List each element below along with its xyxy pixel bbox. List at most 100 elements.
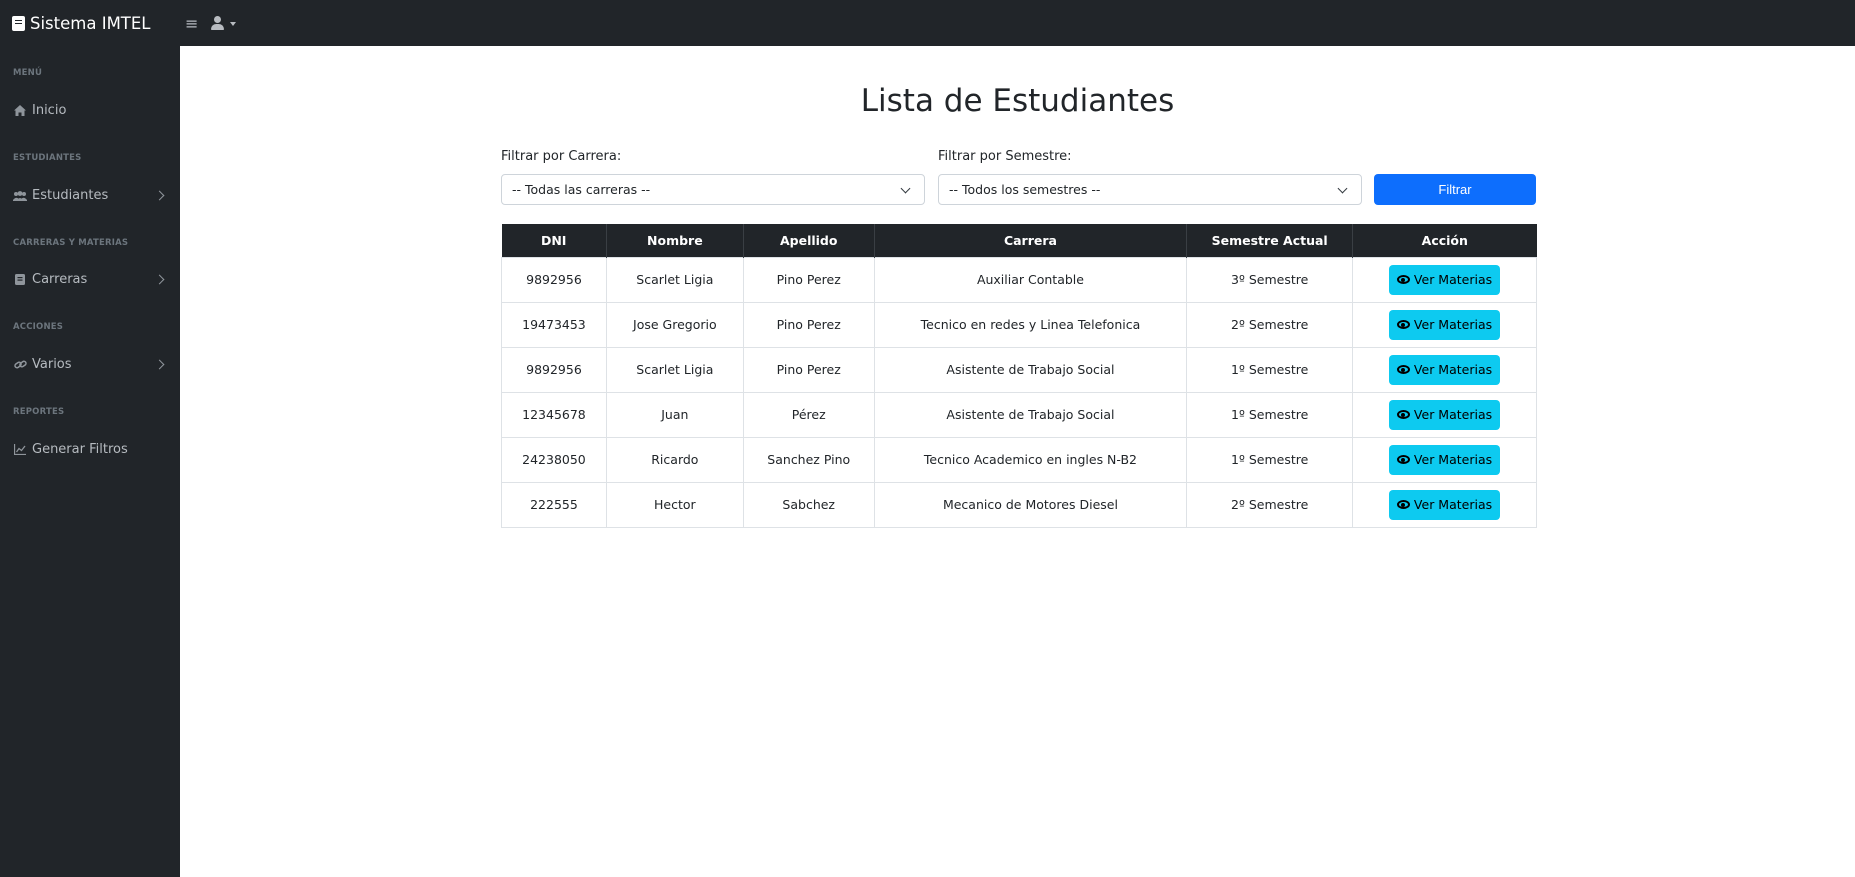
sidebar-item-estudiantes[interactable]: Estudiantes [13,188,167,203]
sidebar-item-label: Carreras [32,272,88,287]
cell-accion: Ver Materias [1352,481,1537,528]
sidebar-heading-carreras: CARRERAS Y MATERIAS [13,238,129,248]
ver-materias-label: Ver Materias [1413,317,1493,332]
table-row: 9892956 Scarlet Ligia Pino Perez Auxilia… [501,256,1537,303]
ver-materias-label: Ver Materias [1413,452,1493,467]
cell-carrera: Asistente de Trabajo Social [873,346,1188,393]
cell-carrera: Tecnico Academico en ingles N-B2 [873,436,1188,483]
menu-toggle-icon[interactable]: ≡ [185,14,201,33]
cell-apellido: Pino Perez [742,346,875,393]
table-row: 222555 Hector Sabchez Mecanico de Motore… [501,481,1537,528]
cell-semestre: 3º Semestre [1186,256,1354,303]
page-title: Lista de Estudiantes [860,83,1175,119]
cell-carrera: Auxiliar Contable [873,256,1188,303]
cell-nombre: Scarlet Ligia [605,256,744,303]
ver-materias-button[interactable]: Ver Materias [1389,399,1501,430]
cell-semestre: 2º Semestre [1186,301,1354,348]
ver-materias-button[interactable]: Ver Materias [1389,489,1501,520]
table-row: 12345678 Juan Pérez Asistente de Trabajo… [501,391,1537,438]
students-table: DNI Nombre Apellido Carrera Semestre Act… [501,224,1537,528]
carrera-select[interactable]: -- Todas las carreras -- [501,174,925,205]
sidebar-heading-menu: MENÚ [13,68,43,78]
table-row: 19473453 Jose Gregorio Pino Perez Tecnic… [501,301,1537,348]
ver-materias-button[interactable]: Ver Materias [1389,309,1501,340]
cell-accion: Ver Materias [1352,391,1537,438]
table-row: 9892956 Scarlet Ligia Pino Perez Asisten… [501,346,1537,393]
sidebar-item-generar-filtros[interactable]: Generar Filtros [13,442,167,457]
cell-accion: Ver Materias [1352,346,1537,393]
user-menu-dropdown[interactable] [211,16,236,30]
cell-carrera: Mecanico de Motores Diesel [873,481,1188,528]
carrera-select-value: -- Todas las carreras -- [512,182,651,197]
header-dni: DNI [501,224,607,257]
chevron-right-icon [154,359,165,370]
cell-dni: 9892956 [501,346,607,393]
user-icon [211,16,224,30]
cell-accion: Ver Materias [1352,301,1537,348]
sidebar-item-inicio[interactable]: Inicio [13,103,167,118]
header-nombre: Nombre [606,224,744,257]
cell-apellido: Sanchez Pino [742,436,875,483]
header-semestre: Semestre Actual [1186,224,1354,257]
cell-apellido: Pérez [742,391,875,438]
sidebar-heading-reportes: REPORTES [13,407,65,417]
semestre-filter-label: Filtrar por Semestre: [938,149,1072,164]
ver-materias-label: Ver Materias [1413,497,1493,512]
header-carrera: Carrera [874,224,1188,257]
home-icon [13,105,27,116]
cell-nombre: Jose Gregorio [605,301,744,348]
ver-materias-label: Ver Materias [1413,407,1493,422]
top-navbar: Sistema IMTEL ≡ [0,0,1855,46]
main-content: Lista de Estudiantes Filtrar por Carrera… [180,46,1855,877]
eye-icon [1396,365,1410,374]
cell-accion: Ver Materias [1352,256,1537,303]
chevron-right-icon [154,190,165,201]
ver-materias-label: Ver Materias [1413,362,1493,377]
brand-title: Sistema IMTEL [30,13,151,33]
cell-apellido: Sabchez [742,481,875,528]
cell-accion: Ver Materias [1352,436,1537,483]
cell-carrera: Asistente de Trabajo Social [873,391,1188,438]
cell-dni: 24238050 [501,436,607,483]
cell-dni: 12345678 [501,391,607,438]
cell-semestre: 2º Semestre [1186,481,1354,528]
chevron-right-icon [154,274,165,285]
cell-semestre: 1º Semestre [1186,436,1354,483]
sidebar-item-label: Generar Filtros [32,442,128,457]
sidebar-item-varios[interactable]: Varios [13,357,167,372]
table-row: 24238050 Ricardo Sanchez Pino Tecnico Ac… [501,436,1537,483]
table-header-row: DNI Nombre Apellido Carrera Semestre Act… [501,224,1537,257]
sidebar-heading-estudiantes: ESTUDIANTES [13,153,82,163]
cell-nombre: Juan [605,391,744,438]
cell-nombre: Scarlet Ligia [605,346,744,393]
sidebar-item-label: Estudiantes [32,188,109,203]
sidebar-heading-acciones: ACCIONES [13,322,64,332]
brand-link[interactable]: Sistema IMTEL [0,14,180,33]
cell-apellido: Pino Perez [742,256,875,303]
chart-icon [13,444,27,455]
carrera-filter-label: Filtrar por Carrera: [501,149,622,164]
eye-icon [1396,410,1410,419]
ver-materias-button[interactable]: Ver Materias [1389,354,1501,385]
sidebar: MENÚ Inicio ESTUDIANTES Estudiantes CARR… [0,46,180,877]
sidebar-item-carreras[interactable]: Carreras [13,272,167,287]
ver-materias-label: Ver Materias [1413,272,1493,287]
header-accion: Acción [1352,224,1537,257]
semestre-select[interactable]: -- Todos los semestres -- [938,174,1362,205]
cell-carrera: Tecnico en redes y Linea Telefonica [873,301,1188,348]
eye-icon [1396,455,1410,464]
caret-down-icon [230,22,236,26]
users-icon [13,190,27,201]
book-icon [13,274,27,285]
eye-icon [1396,275,1410,284]
cell-dni: 9892956 [501,256,607,303]
chevron-down-icon [900,183,911,194]
book-icon [12,15,25,31]
sidebar-item-label: Inicio [32,103,67,118]
ver-materias-button[interactable]: Ver Materias [1389,444,1501,475]
filter-button[interactable]: Filtrar [1374,174,1536,205]
cell-dni: 19473453 [501,301,607,348]
cell-apellido: Pino Perez [742,301,875,348]
eye-icon [1396,320,1410,329]
ver-materias-button[interactable]: Ver Materias [1389,264,1501,295]
